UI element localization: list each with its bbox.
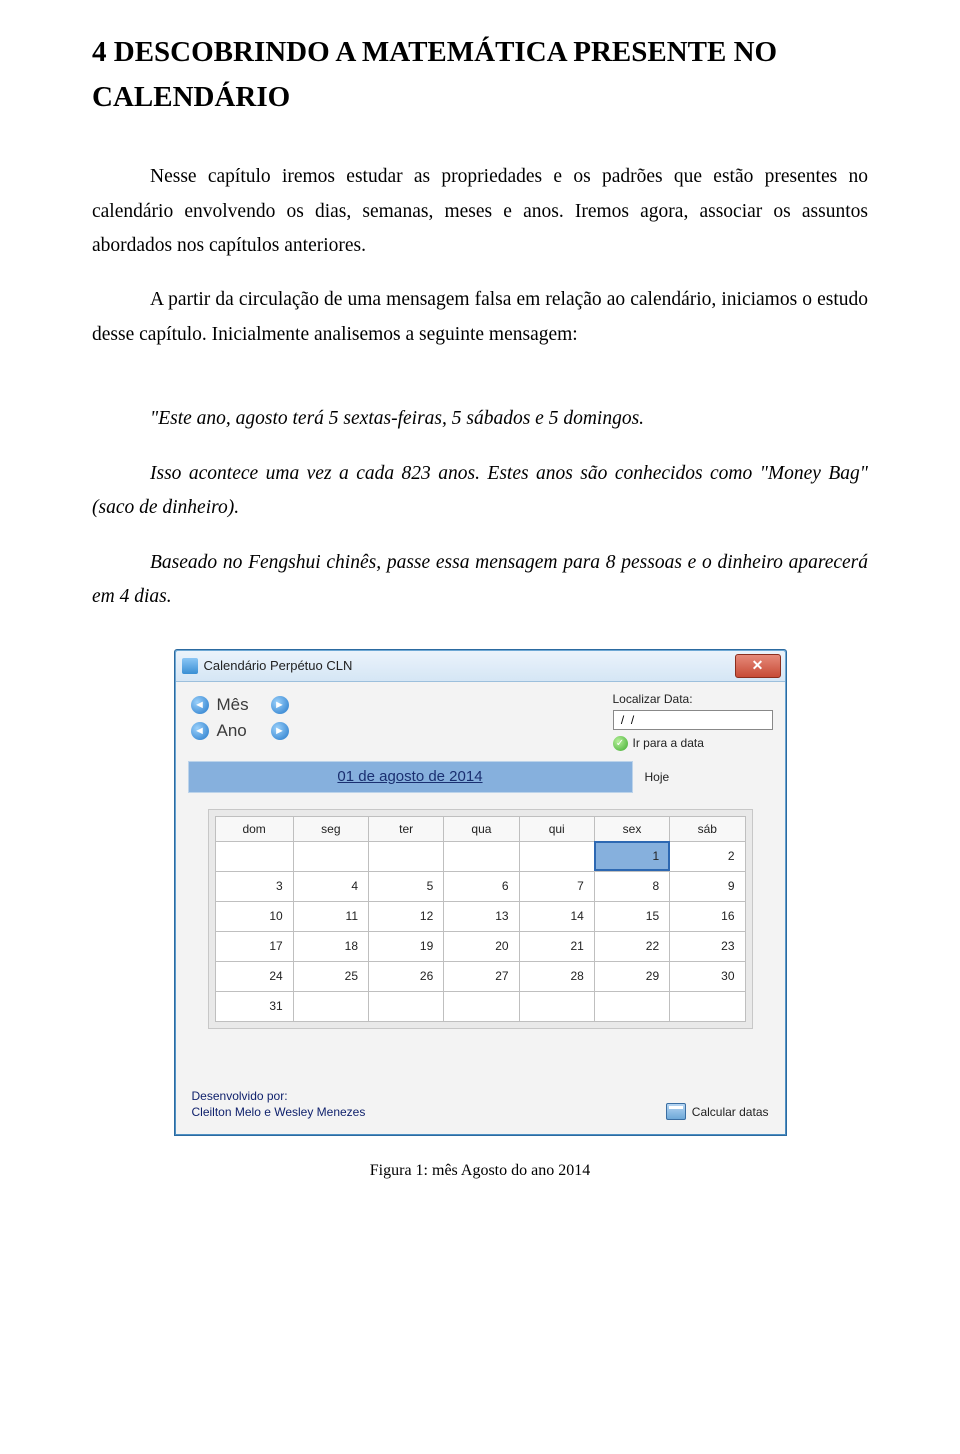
calendar-icon — [666, 1103, 686, 1120]
weekday-header: seg — [293, 816, 368, 841]
figure-caption: Figura 1: mês Agosto do ano 2014 — [92, 1162, 868, 1180]
calendar-app-window: Calendário Perpétuo CLN ✕ ◄ Mês ► ◄ Ano … — [174, 649, 787, 1136]
today-label[interactable]: Hoje — [645, 770, 773, 784]
day-cell[interactable] — [444, 991, 519, 1021]
day-cell[interactable]: 22 — [594, 931, 669, 961]
quote-line-1: "Este ano, agosto terá 5 sextas-feiras, … — [92, 402, 868, 437]
day-cell[interactable] — [215, 841, 293, 871]
day-cell[interactable]: 28 — [519, 961, 594, 991]
paragraph-2: A partir da circulação de uma mensagem f… — [92, 283, 868, 352]
day-cell[interactable] — [519, 841, 594, 871]
day-cell[interactable]: 11 — [293, 901, 368, 931]
calendar-grid: dom seg ter qua qui sex sáb — [208, 809, 753, 1029]
developer-credits: Desenvolvido por: Cleilton Melo e Wesley… — [192, 1089, 366, 1120]
day-cell[interactable]: 21 — [519, 931, 594, 961]
day-cell[interactable]: 25 — [293, 961, 368, 991]
check-icon: ✓ — [613, 736, 628, 751]
day-cell[interactable]: 10 — [215, 901, 293, 931]
day-cell[interactable]: 5 — [369, 871, 444, 901]
day-cell[interactable] — [293, 841, 368, 871]
weekday-header: sáb — [670, 816, 745, 841]
day-cell[interactable]: 23 — [670, 931, 745, 961]
day-cell[interactable]: 7 — [519, 871, 594, 901]
find-date-input[interactable] — [613, 710, 773, 730]
day-cell[interactable]: 27 — [444, 961, 519, 991]
paragraph-1: Nesse capítulo iremos estudar as proprie… — [92, 160, 868, 264]
day-cell[interactable]: 18 — [293, 931, 368, 961]
day-cell[interactable]: 20 — [444, 931, 519, 961]
weekday-header: ter — [369, 816, 444, 841]
day-cell[interactable] — [444, 841, 519, 871]
day-cell[interactable] — [369, 991, 444, 1021]
day-cell[interactable]: 13 — [444, 901, 519, 931]
day-cell-selected[interactable]: 1 — [594, 841, 669, 871]
day-cell[interactable]: 8 — [594, 871, 669, 901]
day-cell[interactable]: 29 — [594, 961, 669, 991]
weekday-header: dom — [215, 816, 293, 841]
quote-line-2: Isso acontece uma vez a cada 823 anos. E… — [92, 457, 868, 526]
window-title: Calendário Perpétuo CLN — [204, 658, 735, 673]
day-cell[interactable]: 14 — [519, 901, 594, 931]
day-cell[interactable] — [594, 991, 669, 1021]
day-cell[interactable]: 24 — [215, 961, 293, 991]
day-cell[interactable]: 16 — [670, 901, 745, 931]
year-prev-button[interactable]: ◄ — [191, 722, 209, 740]
day-cell[interactable]: 30 — [670, 961, 745, 991]
day-cell[interactable]: 19 — [369, 931, 444, 961]
day-cell[interactable]: 26 — [369, 961, 444, 991]
day-cell[interactable] — [519, 991, 594, 1021]
dev-names: Cleilton Melo e Wesley Menezes — [192, 1105, 366, 1121]
day-cell[interactable]: 2 — [670, 841, 745, 871]
day-cell[interactable] — [369, 841, 444, 871]
weekday-header: sex — [594, 816, 669, 841]
app-icon — [182, 658, 198, 674]
close-button[interactable]: ✕ — [735, 654, 781, 678]
day-cell[interactable]: 3 — [215, 871, 293, 901]
current-date-banner: 01 de agosto de 2014 — [188, 761, 633, 793]
page-title: 4 DESCOBRINDO A MATEMÁTICA PRESENTE NO C… — [92, 30, 868, 120]
calculate-dates-button[interactable]: Calcular datas — [666, 1103, 769, 1120]
calculate-dates-label: Calcular datas — [692, 1105, 769, 1119]
day-cell[interactable]: 15 — [594, 901, 669, 931]
titlebar: Calendário Perpétuo CLN ✕ — [176, 651, 785, 682]
day-cell[interactable]: 17 — [215, 931, 293, 961]
quote-line-3: Baseado no Fengshui chinês, passe essa m… — [92, 546, 868, 615]
year-label: Ano — [217, 721, 265, 741]
day-cell[interactable] — [293, 991, 368, 1021]
day-cell[interactable]: 6 — [444, 871, 519, 901]
year-next-button[interactable]: ► — [271, 722, 289, 740]
day-cell[interactable]: 31 — [215, 991, 293, 1021]
day-cell[interactable]: 9 — [670, 871, 745, 901]
month-prev-button[interactable]: ◄ — [191, 696, 209, 714]
day-cell[interactable]: 12 — [369, 901, 444, 931]
month-label: Mês — [217, 695, 265, 715]
day-cell[interactable] — [670, 991, 745, 1021]
weekday-header: qui — [519, 816, 594, 841]
goto-date-link[interactable]: Ir para a data — [633, 736, 704, 750]
dev-label: Desenvolvido por: — [192, 1089, 366, 1105]
month-next-button[interactable]: ► — [271, 696, 289, 714]
day-cell[interactable]: 4 — [293, 871, 368, 901]
find-date-label: Localizar Data: — [613, 692, 773, 706]
weekday-header: qua — [444, 816, 519, 841]
